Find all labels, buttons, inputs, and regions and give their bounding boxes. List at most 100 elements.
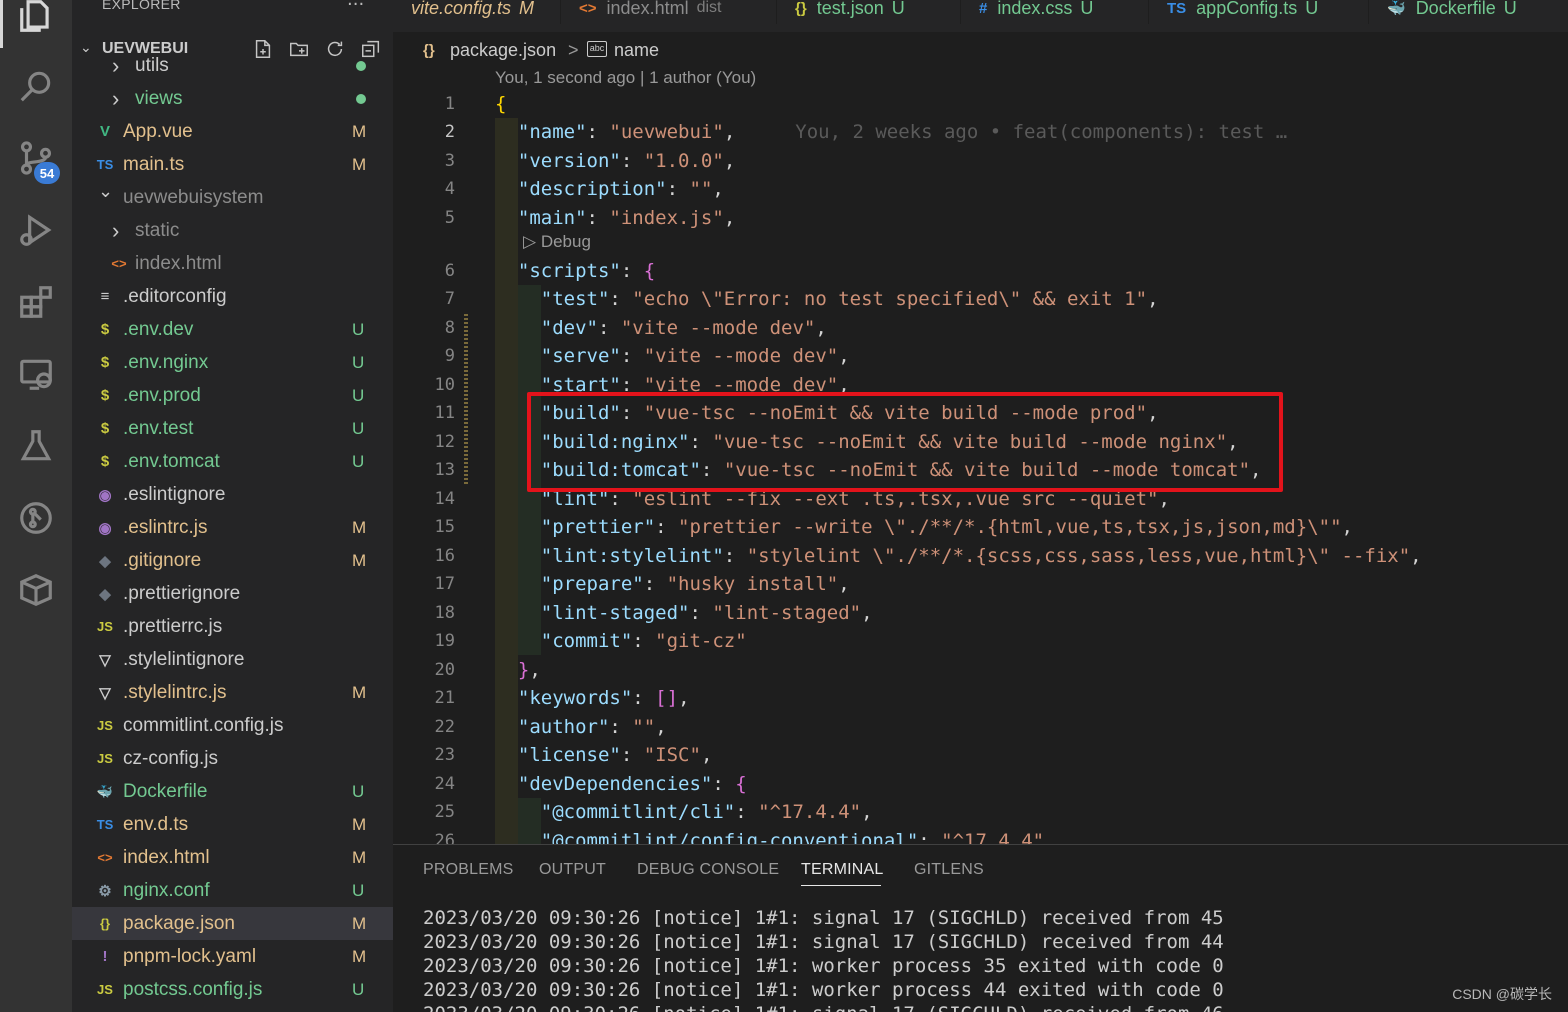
json-icon: {} xyxy=(795,0,807,17)
tree-item[interactable]: ◉ .eslintignore xyxy=(72,478,393,511)
code-line[interactable]: 9 "serve": "vite --mode dev", xyxy=(393,342,1568,370)
code-line[interactable]: 24 "devDependencies": { xyxy=(393,770,1568,798)
tree-item[interactable]: JS commitlint.config.js xyxy=(72,709,393,742)
extensions-icon[interactable] xyxy=(14,280,58,324)
code-line[interactable]: 4 "description": "", xyxy=(393,175,1568,203)
tree-item[interactable]: ▽ .stylelintignore xyxy=(72,643,393,676)
tab-test-json[interactable]: {} test.json U xyxy=(777,0,961,24)
code-line[interactable]: 17 "prepare": "husky install", xyxy=(393,570,1568,598)
token: } xyxy=(517,659,530,681)
token: : xyxy=(735,801,759,823)
debug-codelens[interactable]: ▷ Debug xyxy=(523,232,591,252)
tree-item[interactable]: › utils xyxy=(72,49,393,82)
tree-item[interactable]: $ .env.dev U xyxy=(72,313,393,346)
code-line[interactable]: 21 "keywords": [], xyxy=(393,684,1568,712)
tab-dockerfile[interactable]: 🐳 Dockerfile U xyxy=(1369,0,1568,24)
panel-tab-problems[interactable]: PROBLEMS xyxy=(423,861,514,879)
panel-tab-output[interactable]: OUTPUT xyxy=(539,861,606,879)
panel-tab-gitlens[interactable]: GITLENS xyxy=(914,861,984,879)
run-debug-icon[interactable] xyxy=(14,208,58,252)
tree-item[interactable]: V App.vue M xyxy=(72,115,393,148)
tree-item[interactable]: ◆ .prettierignore xyxy=(72,577,393,610)
code-line[interactable]: 2 "name": "uevwebui", You, 2 weeks ago • … xyxy=(393,118,1568,146)
tree-item[interactable]: $ .env.prod U xyxy=(72,379,393,412)
blame-header[interactable]: You, 1 second ago | 1 author (You) xyxy=(495,68,756,88)
gitlens-icon[interactable] xyxy=(14,496,58,540)
tree-item[interactable]: ! pnpm-lock.yaml M xyxy=(72,940,393,973)
inline-blame[interactable]: You, 2 weeks ago • feat(components): tes… xyxy=(795,121,1287,143)
tree-item[interactable]: ⚙ nginx.conf U xyxy=(72,874,393,907)
package-icon[interactable] xyxy=(14,568,58,612)
breadcrumb-file[interactable]: package.json xyxy=(450,40,556,61)
tree-item[interactable]: › views xyxy=(72,82,393,115)
breadcrumb-symbol[interactable]: name xyxy=(614,40,659,61)
tree-item[interactable]: $ .env.test U xyxy=(72,412,393,445)
tree-item[interactable]: 🐳 Dockerfile U xyxy=(72,775,393,808)
tree-item[interactable]: $ .env.tomcat U xyxy=(72,445,393,478)
code-line[interactable]: 16 "lint:stylelint": "stylelint \"./**/*… xyxy=(393,542,1568,570)
remote-explorer-icon[interactable] xyxy=(14,352,58,396)
explorer-icon[interactable] xyxy=(14,0,58,38)
token: "commit" xyxy=(540,630,633,652)
code-line[interactable]: 26 "@commitlint/config-conventional": "^… xyxy=(393,827,1568,844)
tree-item-label: views xyxy=(135,87,183,109)
panel-tab-debug-console[interactable]: DEBUG CONSOLE xyxy=(637,861,779,879)
tree-item[interactable]: JS .prettierrc.js xyxy=(72,610,393,643)
tree-item[interactable]: ◉ .eslintrc.js M xyxy=(72,511,393,544)
tree-item[interactable]: <> index.html xyxy=(72,247,393,280)
indent-highlight xyxy=(518,798,541,844)
html-icon: <> xyxy=(111,256,127,271)
css-icon: # xyxy=(979,0,988,17)
code-line[interactable]: 25 "@commitlint/cli": "^17.4.4", xyxy=(393,798,1568,826)
tree-item[interactable]: $ .env.nginx U xyxy=(72,346,393,379)
testing-icon[interactable] xyxy=(14,424,58,468)
tree-item[interactable]: ≡ .editorconfig xyxy=(72,280,393,313)
tree-item-label: index.html xyxy=(135,252,222,274)
code-line[interactable]: 1{ xyxy=(393,90,1568,118)
tree-item[interactable]: {} package.json M xyxy=(72,907,393,940)
token: : xyxy=(620,345,644,367)
tree-item[interactable]: ◆ .gitignore M xyxy=(72,544,393,577)
tree-item[interactable]: TS env.d.ts M xyxy=(72,808,393,841)
tree-item-label: .stylelintrc.js xyxy=(123,681,227,703)
tab-status: M xyxy=(519,0,535,18)
tree-item[interactable]: ▽ .stylelintrc.js M xyxy=(72,676,393,709)
tab-vite-config-ts[interactable]: vite.config.ts M xyxy=(393,0,561,24)
tree-item[interactable]: JS cz-config.js xyxy=(72,742,393,775)
code-line[interactable]: 20 }, xyxy=(393,656,1568,684)
token: : xyxy=(632,630,656,652)
tree-item[interactable]: ⌄ uevwebuisystem xyxy=(72,181,393,214)
code-line[interactable]: 19 "commit": "git-cz" xyxy=(393,627,1568,655)
code-line[interactable]: 23 "license": "ISC", xyxy=(393,741,1568,769)
token: , xyxy=(838,573,850,595)
token: : xyxy=(666,178,690,200)
code-line[interactable]: 18 "lint-staged": "lint-staged", xyxy=(393,599,1568,627)
tree-item[interactable]: TS main.ts M xyxy=(72,148,393,181)
tab-index-css[interactable]: # index.css U xyxy=(961,0,1149,24)
tab-index-html[interactable]: <> index.html dist xyxy=(561,0,777,24)
code-line[interactable]: 8 "dev": "vite --mode dev", xyxy=(393,314,1568,342)
code-line[interactable]: 22 "author": "", xyxy=(393,713,1568,741)
line-number: 13 xyxy=(434,460,455,480)
tab-appconfig-ts[interactable]: TS appConfig.ts U xyxy=(1149,0,1369,24)
panel-tab-terminal[interactable]: TERMINAL xyxy=(801,861,884,879)
tree-item[interactable]: JS postcss.config.js U xyxy=(72,973,393,1006)
chevron-right-icon: › xyxy=(112,85,120,111)
token: , xyxy=(655,716,667,738)
line-number: 23 xyxy=(434,745,455,765)
token: , xyxy=(723,207,736,229)
code-line[interactable]: 15 "prettier": "prettier --write \"./**/… xyxy=(393,513,1568,541)
more-actions-icon[interactable]: ··· xyxy=(347,0,364,15)
tree-item[interactable]: <> index.html M xyxy=(72,841,393,874)
code-line[interactable]: 7 "test": "echo \"Error: no test specifi… xyxy=(393,285,1568,313)
code-line[interactable]: 6 "scripts": { xyxy=(393,257,1568,285)
code-line[interactable]: 3 "version": "1.0.0", xyxy=(393,147,1568,175)
token: "dev" xyxy=(540,317,598,339)
tab-status: U xyxy=(1503,0,1517,18)
search-icon[interactable] xyxy=(14,64,58,108)
line-number: 18 xyxy=(434,603,455,623)
code-line[interactable]: 5 "main": "index.js", xyxy=(393,204,1568,232)
tree-item-label: package.json xyxy=(123,912,235,934)
tree-item[interactable]: › static xyxy=(72,214,393,247)
token: "lint-staged" xyxy=(540,602,690,624)
